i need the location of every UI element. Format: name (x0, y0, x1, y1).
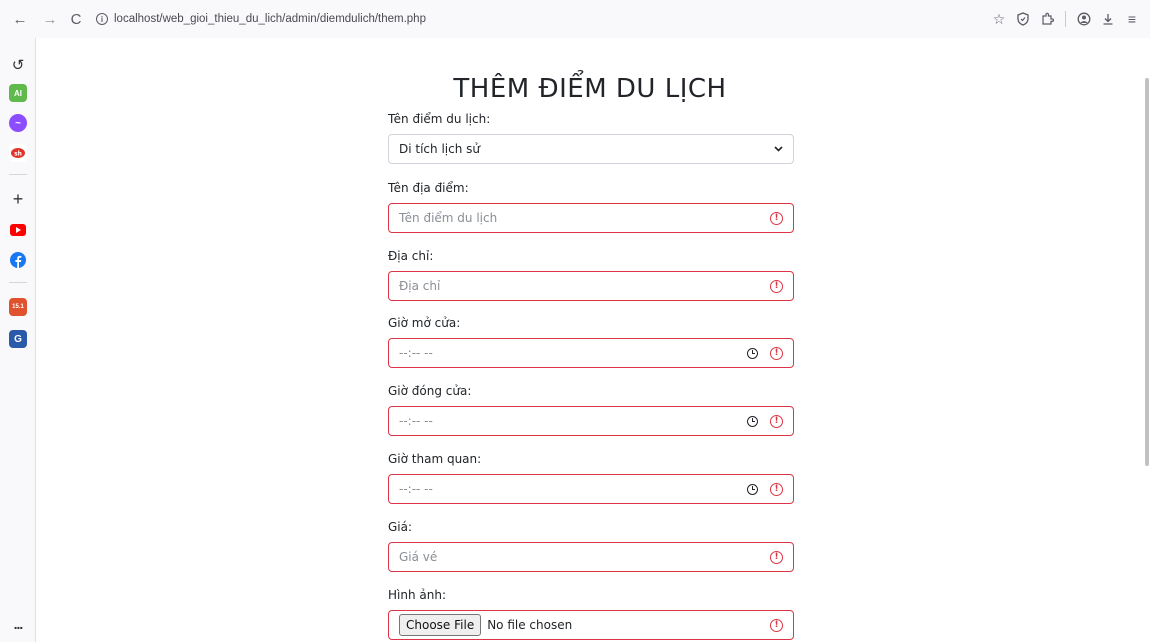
shield-icon[interactable] (1011, 9, 1035, 29)
open-time-placeholder: --:-- -- (399, 346, 433, 360)
price-placeholder: Giá vé (399, 550, 438, 564)
image-label: Hình ảnh: (388, 588, 446, 602)
error-icon: ! (770, 414, 783, 428)
visit-time-input[interactable]: --:-- -- ! (388, 474, 794, 504)
file-status: No file chosen (487, 618, 573, 632)
browser-sidebar: ↺ AI ~ sh + 15.1 G ... (0, 38, 36, 642)
facebook-icon[interactable] (9, 251, 27, 269)
download-icon[interactable] (1096, 9, 1120, 29)
category-label: Tên điểm du lịch: (388, 112, 491, 126)
app-icon[interactable]: sh (9, 144, 27, 162)
name-placeholder: Tên điểm du lịch (399, 211, 498, 225)
toolbar-separator (1065, 11, 1066, 27)
toolbar-actions: ☆ ≡ (987, 9, 1144, 29)
page-content: THÊM ĐIỂM DU LỊCH Tên điểm du lịch: Di t… (36, 38, 1144, 642)
scrollbar-thumb[interactable] (1145, 78, 1149, 466)
name-label: Tên địa điểm: (388, 181, 469, 195)
history-icon[interactable]: ↺ (9, 56, 27, 74)
address-bar[interactable]: i localhost/web_gioi_thieu_du_lich/admin… (96, 9, 426, 29)
ai-icon[interactable]: AI (9, 84, 27, 102)
url-text: localhost/web_gioi_thieu_du_lich/admin/d… (114, 13, 426, 25)
clock-icon[interactable] (747, 483, 758, 495)
open-time-input[interactable]: --:-- -- ! (388, 338, 794, 368)
site-info-icon[interactable]: i (96, 13, 108, 25)
messenger-icon[interactable]: ~ (9, 114, 27, 132)
close-time-label: Giờ đóng cửa: (388, 384, 472, 398)
account-icon[interactable] (1072, 9, 1096, 29)
extensions-icon[interactable] (1035, 9, 1059, 29)
menu-icon[interactable]: ≡ (1120, 9, 1144, 29)
choose-file-button[interactable]: Choose File (399, 614, 482, 636)
error-icon: ! (770, 211, 783, 225)
clock-icon[interactable] (747, 347, 758, 359)
error-icon: ! (770, 482, 783, 496)
name-input[interactable]: Tên điểm du lịch ! (388, 203, 794, 233)
game-icon[interactable]: G (9, 330, 27, 348)
close-time-input[interactable]: --:-- -- ! (388, 406, 794, 436)
forward-icon[interactable]: → (40, 9, 60, 29)
sidebar-separator (9, 282, 27, 283)
error-icon: ! (770, 618, 783, 632)
star-icon[interactable]: ☆ (987, 9, 1011, 29)
add-icon[interactable]: + (9, 189, 27, 209)
image-file-input[interactable]: Choose File No file chosen ! (388, 610, 794, 640)
chevron-down-icon (774, 144, 783, 155)
address-label: Địa chỉ: (388, 249, 434, 263)
more-icon[interactable]: ... (9, 616, 27, 632)
address-input[interactable]: Địa chỉ ! (388, 271, 794, 301)
close-time-placeholder: --:-- -- (399, 414, 433, 428)
page-scrollbar[interactable] (1144, 38, 1150, 642)
back-icon[interactable]: ← (10, 9, 30, 29)
visit-time-label: Giờ tham quan: (388, 452, 482, 466)
page-title: THÊM ĐIỂM DU LỊCH (453, 74, 727, 104)
address-placeholder: Địa chỉ (399, 279, 441, 293)
visit-time-placeholder: --:-- -- (399, 482, 433, 496)
clock-icon[interactable] (747, 415, 758, 427)
price-input[interactable]: Giá vé ! (388, 542, 794, 572)
error-icon: ! (770, 279, 783, 293)
sidebar-separator (9, 174, 27, 175)
error-icon: ! (770, 550, 783, 564)
calendar-icon[interactable]: 15.1 (9, 298, 27, 316)
category-selected-value: Di tích lịch sử (399, 142, 480, 156)
svg-text:sh: sh (14, 151, 22, 158)
browser-toolbar: ← → C i localhost/web_gioi_thieu_du_lich… (0, 0, 1150, 38)
youtube-icon[interactable] (9, 221, 27, 239)
error-icon: ! (770, 346, 783, 360)
price-label: Giá: (388, 520, 413, 534)
open-time-label: Giờ mở cửa: (388, 316, 461, 330)
category-select[interactable]: Di tích lịch sử (388, 134, 794, 164)
reload-icon[interactable]: C (66, 9, 86, 29)
